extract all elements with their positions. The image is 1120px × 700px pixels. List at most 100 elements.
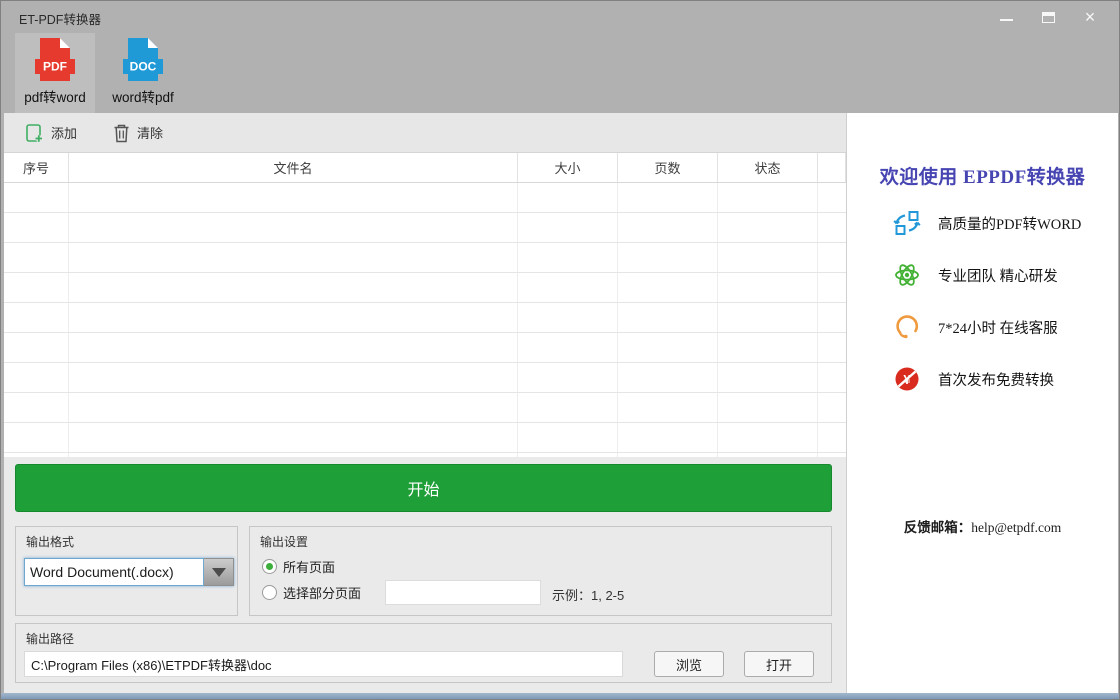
doc-file-icon: DOC xyxy=(122,36,164,86)
add-files-button[interactable]: 添加 xyxy=(24,113,77,152)
feature-text: 高质量的PDF转WORD xyxy=(938,213,1081,234)
output-format-value[interactable]: Word Document(.docx) xyxy=(24,558,204,586)
window-title: ET-PDF转换器 xyxy=(19,9,101,28)
column-header-status: 状态 xyxy=(718,153,818,182)
maximize-icon xyxy=(1042,12,1055,23)
table-cell xyxy=(818,273,846,302)
table-cell xyxy=(818,333,846,362)
pdf-file-icon: PDF xyxy=(34,36,76,86)
table-cell xyxy=(618,363,718,392)
open-button[interactable]: 打开 xyxy=(744,651,814,677)
tab-bar: PDF pdf转word DOC word转pdf xyxy=(1,31,846,113)
window-controls: × xyxy=(993,8,1103,26)
maximize-button[interactable] xyxy=(1035,8,1061,26)
table-cell xyxy=(4,333,69,362)
feedback-email: help@etpdf.com xyxy=(971,520,1061,535)
table-cell xyxy=(718,213,818,242)
table-cell xyxy=(518,423,618,452)
table-cell xyxy=(818,393,846,422)
table-cell xyxy=(518,363,618,392)
tab-label: pdf转word xyxy=(15,86,95,106)
table-cell xyxy=(69,363,518,392)
chevron-down-icon xyxy=(212,568,226,577)
feature-free-conversion: ¥ 首次发布免费转换 xyxy=(893,363,1054,395)
output-format-dropdown[interactable]: Word Document(.docx) xyxy=(24,558,234,586)
column-header-pages: 页数 xyxy=(618,153,718,182)
close-icon: × xyxy=(1085,9,1096,25)
trash-icon xyxy=(113,123,130,143)
output-format-group: 输出格式 Word Document(.docx) xyxy=(15,526,238,616)
column-header-filename: 文件名 xyxy=(69,153,518,182)
sync-icon xyxy=(893,209,921,237)
table-header-row: 序号 文件名 大小 页数 状态 xyxy=(4,153,846,183)
table-cell xyxy=(69,273,518,302)
title-bar: ET-PDF转换器 × xyxy=(1,1,1119,31)
table-body xyxy=(4,183,846,457)
table-cell xyxy=(4,213,69,242)
add-document-icon xyxy=(24,123,44,143)
table-row xyxy=(4,423,846,453)
table-cell xyxy=(518,183,618,212)
table-cell xyxy=(618,423,718,452)
app-window: ET-PDF转换器 × PDF pdf转word xyxy=(0,0,1120,700)
table-cell xyxy=(4,243,69,272)
table-cell xyxy=(69,213,518,242)
table-cell xyxy=(618,273,718,302)
page-range-input[interactable] xyxy=(385,580,541,605)
table-cell xyxy=(69,393,518,422)
table-row xyxy=(4,393,846,423)
table-cell xyxy=(618,333,718,362)
tab-pdf-to-word[interactable]: PDF pdf转word xyxy=(15,33,95,113)
table-cell xyxy=(518,393,618,422)
radio-partial-pages[interactable]: 选择部分页面 xyxy=(262,583,361,602)
table-cell xyxy=(618,183,718,212)
table-cell xyxy=(4,183,69,212)
browse-button[interactable]: 浏览 xyxy=(654,651,724,677)
table-row xyxy=(4,333,846,363)
radio-all-pages-label: 所有页面 xyxy=(283,557,335,576)
table-cell xyxy=(718,243,818,272)
tab-word-to-pdf[interactable]: DOC word转pdf xyxy=(99,33,187,113)
table-cell xyxy=(4,423,69,452)
column-header-index: 序号 xyxy=(4,153,69,182)
radio-all-pages[interactable]: 所有页面 xyxy=(262,557,335,576)
table-cell xyxy=(818,303,846,332)
table-cell xyxy=(518,303,618,332)
table-cell xyxy=(718,333,818,362)
welcome-heading: 欢迎使用 EPPDF转换器 xyxy=(847,162,1118,189)
column-header-spacer xyxy=(818,153,846,182)
table-cell xyxy=(4,303,69,332)
close-button[interactable]: × xyxy=(1077,8,1103,26)
table-cell xyxy=(818,423,846,452)
table-cell xyxy=(518,213,618,242)
minimize-button[interactable] xyxy=(993,8,1019,26)
svg-text:PDF: PDF xyxy=(43,60,67,74)
table-cell xyxy=(4,393,69,422)
table-cell xyxy=(518,273,618,302)
radio-partial-pages-label: 选择部分页面 xyxy=(283,583,361,602)
feature-text: 7*24小时 在线客服 xyxy=(938,317,1058,338)
output-settings-label: 输出设置 xyxy=(260,533,308,550)
output-path-input[interactable] xyxy=(24,651,623,677)
clear-files-button[interactable]: 清除 xyxy=(113,113,163,152)
table-cell xyxy=(618,243,718,272)
radio-unselected-icon xyxy=(262,585,277,600)
table-cell xyxy=(718,273,818,302)
table-row xyxy=(4,303,846,333)
table-cell xyxy=(718,303,818,332)
tab-label: word转pdf xyxy=(99,86,187,106)
window-bottom-border xyxy=(1,693,1119,699)
table-cell xyxy=(618,213,718,242)
start-button[interactable]: 开始 xyxy=(15,464,832,512)
table-row xyxy=(4,273,846,303)
page-range-example: 示例：1, 2-5 xyxy=(552,585,624,604)
dropdown-arrow-button[interactable] xyxy=(204,558,234,586)
table-cell xyxy=(518,243,618,272)
table-cell xyxy=(69,303,518,332)
output-format-label: 输出格式 xyxy=(26,533,74,550)
headset-icon xyxy=(893,313,921,341)
table-cell xyxy=(718,363,818,392)
feature-text: 首次发布免费转换 xyxy=(938,369,1054,390)
svg-text:DOC: DOC xyxy=(130,60,157,74)
table-cell xyxy=(4,273,69,302)
